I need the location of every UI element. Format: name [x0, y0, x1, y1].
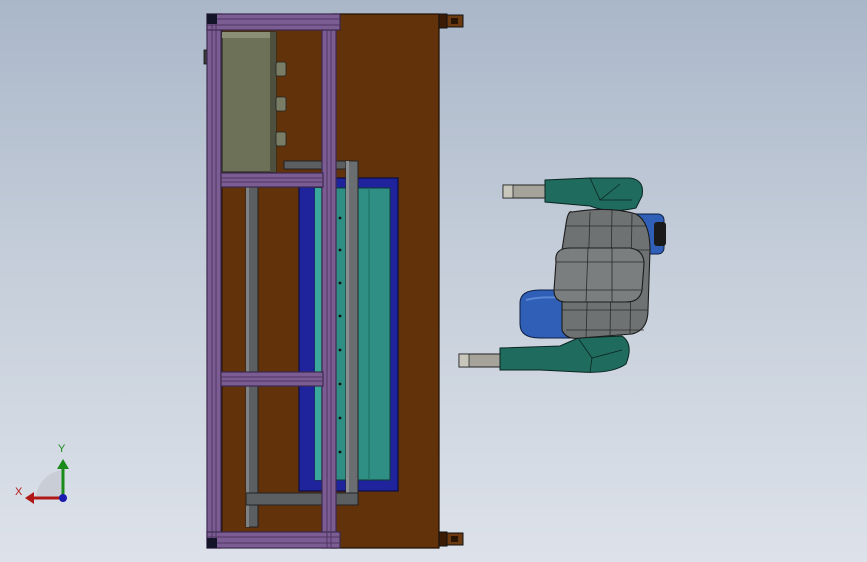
- steel-rail-vertical[interactable]: [245, 186, 259, 528]
- frame-beam-upper-mid[interactable]: [220, 172, 324, 188]
- table-foot-top[interactable]: [438, 13, 464, 29]
- cad-model-top-view[interactable]: [0, 0, 867, 562]
- control-box-buttons[interactable]: [275, 61, 287, 147]
- robot-lower-arm[interactable]: [499, 335, 630, 373]
- cad-viewport[interactable]: Y X: [0, 0, 867, 562]
- robot-gripper-finger-lower[interactable]: [458, 353, 504, 368]
- triad-y-label: Y: [58, 443, 66, 455]
- triad-x-label: X: [15, 486, 23, 498]
- triad-x-arrowhead: [25, 492, 34, 504]
- frame-beam-top[interactable]: [206, 13, 341, 31]
- frame-post-middle[interactable]: [321, 29, 337, 549]
- coordinate-triad: [25, 459, 69, 504]
- frame-beam-bottom[interactable]: [206, 531, 341, 549]
- triad-z-axis: [59, 494, 67, 502]
- robot-shoulder-housing[interactable]: [553, 247, 645, 303]
- control-box[interactable]: [221, 31, 277, 173]
- steel-rail-bottom[interactable]: [245, 492, 359, 506]
- table-foot-bottom[interactable]: [438, 531, 464, 547]
- robot-gripper-finger-upper[interactable]: [502, 184, 548, 199]
- triad-y-arrowhead: [57, 459, 69, 469]
- frame-beam-lower-mid[interactable]: [220, 371, 324, 387]
- frame-post-left[interactable]: [206, 13, 222, 549]
- robot-upper-arm[interactable]: [544, 177, 643, 212]
